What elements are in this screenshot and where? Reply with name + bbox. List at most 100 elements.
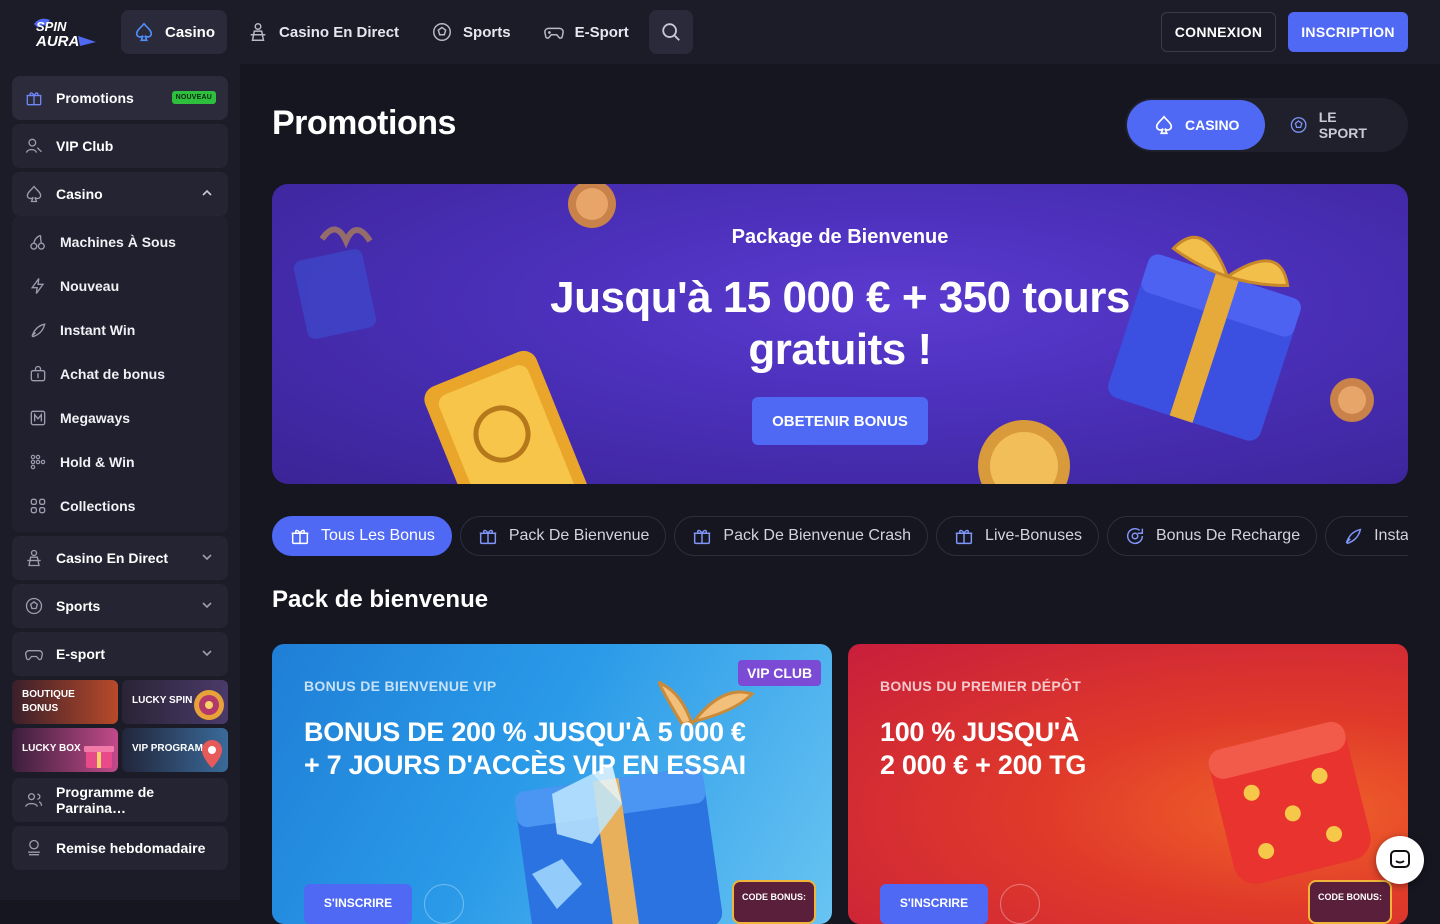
sidebar-item-new[interactable]: Nouveau [12,264,228,308]
sidebar-item-casino[interactable]: Casino [12,172,228,216]
sidebar-item-collections[interactable]: Collections [12,484,228,528]
chevron-up-icon [202,189,212,196]
refresh-icon [1127,527,1144,545]
gift-icon [479,529,497,545]
sidebar-item-weekly[interactable]: Remise hebdomadaire [12,826,228,870]
bag-icon [30,365,46,382]
brand-logo[interactable]: SPIN AURA [30,14,100,50]
sidebar-item-hold-win[interactable]: Hold & Win [12,440,228,484]
nav-sports[interactable]: Sports [419,10,523,54]
search-button[interactable] [648,10,693,54]
login-button[interactable]: CONNEXION [1161,12,1276,52]
sidebar-item-sports[interactable]: Sports [12,584,228,628]
sub-item-label: Collections [60,498,136,514]
spade-icon [26,185,42,203]
switch-casino[interactable]: CASINO [1127,100,1266,150]
welcome-banner: Package de Bienvenue Jusqu'à 15 000 € + … [272,184,1408,484]
switch-casino-label: CASINO [1185,117,1240,133]
user-icon [25,138,42,153]
sidebar-item-instant-win[interactable]: Instant Win [12,308,228,352]
banner-title-line-2: gratuits ! [748,325,932,374]
category-switch: CASINO LE SPORT [1125,98,1408,152]
nav-esport[interactable]: E-Sport [531,10,641,54]
banner-title: Jusqu'à 15 000 € + 350 tours gratuits ! [272,272,1408,376]
gift-icon [291,529,309,545]
signup-card-button[interactable]: S'INSCRIRE [304,884,412,924]
card-label: BONUS DE BIENVENUE VIP [304,678,497,694]
bonus-card-first-deposit[interactable]: BONUS DU PREMIER DÉPÔT 100 % JUSQU'À 2 0… [848,644,1408,924]
casino-submenu: Machines À Sous Nouveau Instant Win Acha… [12,216,228,532]
gift-icon [694,529,711,545]
sidebar-item-megaways[interactable]: Megaways [12,396,228,440]
bonus-card-vip[interactable]: VIP CLUB BONUS DE BIENVENUE VIP BONUS DE… [272,644,832,924]
rocket-icon [31,323,46,338]
signup-card-button[interactable]: S'INSCRIRE [880,884,988,924]
section-title: Pack de bienvenue [272,586,489,613]
promo-tiles: BOUTIQUE BONUS LUCKY SPIN LUCKY BOX VIP … [12,680,228,772]
card-title-line-2: 2 000 € + 200 TG [880,750,1087,780]
info-button[interactable] [424,884,464,924]
bonus-code-tag[interactable]: CODE BONUS: [732,880,816,924]
sidebar-item-label: Casino En Direct [56,550,169,566]
sidebar-item-bonus-buy[interactable]: Achat de bonus [12,352,228,396]
sidebar-item-label: VIP Club [56,138,114,154]
users-icon [25,793,43,807]
spade-icon [135,22,153,42]
card-title-line-1: BONUS DE 200 % JUSQU'À 5 000 € [304,717,746,747]
main-nav: Casino Casino En Direct Sports E-Sport [121,10,693,54]
tile-lucky-spin[interactable]: LUCKY SPIN [122,680,228,724]
chip-label: Pack De Bienvenue Crash [723,527,912,544]
gift-icon [26,92,42,106]
chevron-down-icon [202,554,212,561]
card-title-line-2: + 7 JOURS D'ACCÈS VIP EN ESSAI [304,750,746,780]
gift-box-icon [84,746,114,768]
chip-welcome-pack-crash[interactable]: Pack De Bienvenue Crash [674,516,929,556]
gamepad-icon [543,27,564,39]
map-pin-icon [202,740,222,768]
nav-live-casino[interactable]: Casino En Direct [235,10,411,54]
chip-label: Live-Bonuses [985,527,1082,544]
chip-welcome-pack[interactable]: Pack De Bienvenue [459,516,667,556]
svg-text:AURA: AURA [35,33,79,50]
sidebar-item-vip[interactable]: VIP Club [12,124,228,168]
tile-vip-program[interactable]: VIP PROGRAM [122,728,228,772]
chip-instant[interactable]: Instant [1325,516,1408,556]
chip-live-bonuses[interactable]: Live-Bonuses [936,516,1099,556]
sidebar-item-label: Programme de Parraina… [56,784,155,816]
get-bonus-button[interactable]: OBETENIR BONUS [752,397,928,445]
dots-icon [30,454,46,470]
bonus-filter-chips: Tous Les Bonus Pack De Bienvenue Pack De… [272,516,1408,556]
coin-stack-icon [28,839,40,856]
wheel-icon [194,690,224,720]
dealer-icon [250,23,266,41]
sidebar-item-slots[interactable]: Machines À Sous [12,220,228,264]
chip-reload-bonus[interactable]: Bonus De Recharge [1107,516,1318,556]
sidebar-item-label: Casino [56,186,103,202]
page-title: Promotions [272,104,456,142]
rocket-icon [1345,528,1362,545]
sidebar-item-esport[interactable]: E-sport [12,632,228,676]
tile-lucky-box[interactable]: LUCKY BOX [12,728,118,772]
tile-bonus-shop[interactable]: BOUTIQUE BONUS [12,680,118,724]
banner-subtitle: Package de Bienvenue [731,226,949,248]
sidebar-item-live-casino[interactable]: Casino En Direct [12,536,228,580]
svg-text:SPIN: SPIN [36,19,67,34]
signup-button[interactable]: INSCRIPTION [1288,12,1408,52]
sub-item-label: Megaways [60,410,131,426]
sidebar-item-promotions[interactable]: Promotions NOUVEAU [12,76,228,120]
chat-button[interactable] [1376,836,1424,884]
nav-casino[interactable]: Casino [121,10,228,54]
switch-sport[interactable]: LE SPORT [1265,100,1406,150]
info-button[interactable] [1000,884,1040,924]
chevron-down-icon [202,650,212,657]
nav-casino-label: Casino [165,23,216,41]
bonus-code-tag[interactable]: CODE BONUS: [1308,880,1392,924]
chip-all-bonuses[interactable]: Tous Les Bonus [272,516,452,556]
chip-label: Bonus De Recharge [1156,527,1301,544]
sidebar-item-referral[interactable]: Programme de Parraina… [12,778,228,822]
nav-live-casino-label: Casino En Direct [279,23,400,41]
switch-sport-label: LE SPORT [1318,109,1367,141]
nav-esport-label: E-Sport [574,23,629,41]
chat-icon [1390,850,1410,868]
gamepad-icon [24,650,44,661]
